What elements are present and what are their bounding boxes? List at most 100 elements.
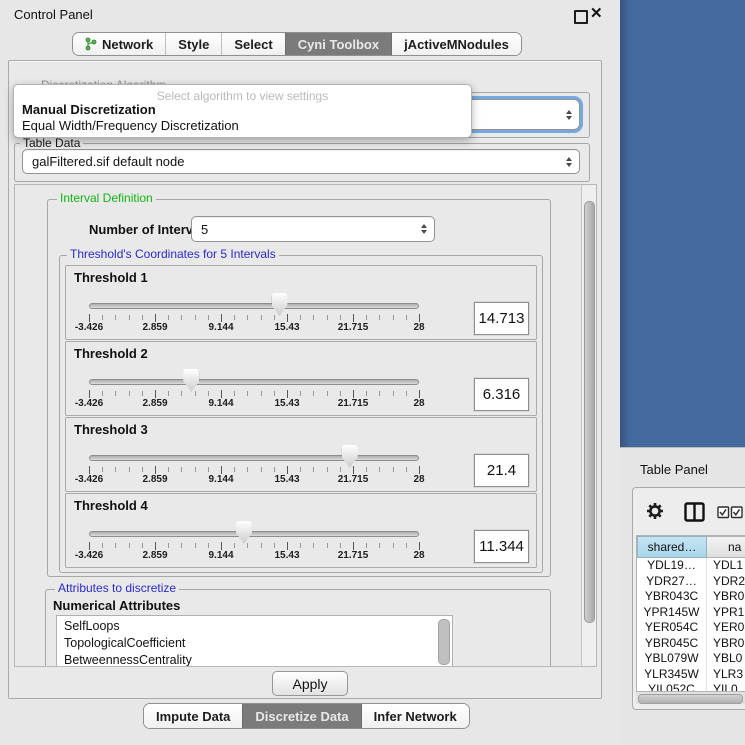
threshold-box-3: Threshold 3-3.4262.8599.14415.4321.71528… (65, 417, 537, 492)
threshold-slider-track[interactable] (89, 455, 419, 461)
threshold-slider-thumb[interactable] (272, 293, 288, 316)
select-columns-checkboxes-icon[interactable] (717, 506, 744, 519)
scrollbar-thumb[interactable] (584, 201, 595, 623)
threshold-slider-track[interactable] (89, 303, 419, 309)
attributes-group-label: Attributes to discretize (55, 582, 179, 595)
close-icon[interactable]: ✕ (590, 4, 603, 22)
tab-discretize-data[interactable]: Discretize Data (242, 704, 360, 728)
slider-tick (102, 315, 103, 320)
slider-tick (353, 390, 354, 398)
tab-select[interactable]: Select (221, 33, 284, 55)
slider-tick-label: -3.426 (75, 398, 103, 409)
tab-jactivemnodules[interactable]: jActiveMNodules (391, 33, 521, 55)
slider-tick (313, 315, 314, 320)
slider-tick (247, 391, 248, 396)
slider-tick-label: 2.859 (142, 550, 167, 561)
slider-tick (89, 314, 90, 322)
slider-tick (300, 543, 301, 548)
control-panel-tabs: Network Style SelectCyni Toolbox jActiveMNo… (72, 32, 522, 56)
attribute-list-item[interactable]: TopologicalCoefficient (57, 635, 452, 652)
scrollbar-thumb[interactable] (638, 694, 743, 704)
cell-name: YPR1 (707, 605, 745, 621)
slider-tick (247, 467, 248, 472)
slider-tick (340, 315, 341, 320)
tab-style[interactable]: Style (165, 33, 221, 55)
table-row[interactable]: YBL079WYBL0 (637, 651, 745, 667)
slider-tick-label: 15.43 (274, 474, 299, 485)
bottom-tabs: Impute Data Discretize Data Infer Network (143, 703, 470, 729)
table-row[interactable]: YDL19…YDL1 (637, 558, 745, 574)
slider-tick (181, 315, 182, 320)
interval-definition-label: Interval Definition (57, 192, 156, 205)
slider-tick (393, 315, 394, 320)
list-scrollbar-thumb[interactable] (438, 619, 450, 665)
combo-stepper-icon[interactable] (421, 224, 427, 234)
slider-tick (221, 314, 222, 322)
slider-tick-label: 21.715 (338, 398, 369, 409)
slider-tick-label: 2.859 (142, 322, 167, 333)
slider-tick (195, 391, 196, 396)
numerical-attributes-list[interactable]: SelfLoopsTopologicalCoefficientBetweenne… (56, 615, 453, 667)
algorithm-option[interactable]: Manual Discretization (22, 102, 156, 117)
tab-infer-network[interactable]: Infer Network (361, 704, 469, 728)
threshold-slider-thumb[interactable] (183, 369, 199, 392)
slider-tick (419, 314, 420, 322)
slider-tick-label: 28 (413, 398, 424, 409)
slider-tick (181, 391, 182, 396)
attribute-list-item[interactable]: BetweennessCentrality (57, 652, 452, 667)
column-header-name[interactable]: na (707, 536, 745, 558)
node-attribute-table[interactable]: shared… na YDL19…YDL1YDR27…YDR2YBR043CYB… (636, 535, 745, 692)
tab-label: Style (178, 37, 209, 52)
number-of-intervals-combo[interactable]: 5 (191, 216, 435, 242)
slider-tick (129, 315, 130, 320)
table-data-combo[interactable]: galFiltered.sif default node (22, 149, 580, 174)
attribute-list-item[interactable]: SelfLoops (57, 618, 452, 635)
cell-name: YBL0 (707, 651, 745, 667)
column-header-shared-name[interactable]: shared… (637, 536, 707, 558)
split-columns-icon[interactable] (684, 502, 705, 522)
slider-tick (340, 391, 341, 396)
table-row[interactable]: YBR043CYBR0 (637, 589, 745, 605)
threshold-slider-track[interactable] (89, 531, 419, 537)
threshold-slider-thumb[interactable] (342, 445, 358, 468)
algorithm-option[interactable]: Equal Width/Frequency Discretization (22, 118, 239, 133)
algorithm-placeholder: Select algorithm to view settings (14, 89, 471, 103)
slider-tick (353, 466, 354, 474)
slider-tick (195, 543, 196, 548)
cell-name: YDL1 (707, 558, 745, 574)
settings-gear-icon[interactable] (646, 502, 664, 520)
slider-tick (221, 390, 222, 398)
apply-button[interactable]: Apply (272, 671, 348, 696)
threshold-value-field[interactable]: 6.316 (474, 378, 529, 411)
table-horizontal-scrollbar[interactable] (636, 691, 745, 704)
float-window-icon[interactable] (574, 10, 588, 24)
threshold-slider-track[interactable] (89, 379, 419, 385)
tab-label: jActiveMNodules (404, 37, 509, 52)
table-row[interactable]: YPR145WYPR1 (637, 605, 745, 621)
slider-tick (300, 315, 301, 320)
table-row[interactable]: YBR045CYBR0 (637, 636, 745, 652)
slider-tick (221, 466, 222, 474)
table-row[interactable]: YDR27…YDR2 (637, 574, 745, 590)
tab-label: Discretize Data (255, 709, 348, 724)
table-row[interactable]: YER054CYER0 (637, 620, 745, 636)
threshold-value-field[interactable]: 11.344 (474, 530, 529, 563)
table-row[interactable]: YLR345WYLR3 (637, 667, 745, 683)
slider-tick (234, 315, 235, 320)
threshold-value-field[interactable]: 21.4 (474, 454, 529, 487)
combo-stepper-icon[interactable] (566, 157, 572, 167)
slider-tick-label: 15.43 (274, 550, 299, 561)
settings-scrollpane: Interval Definition Number of Intervals … (14, 184, 597, 667)
tab-cyni-toolbox[interactable]: Cyni Toolbox (285, 33, 391, 55)
slider-tick (327, 467, 328, 472)
tab-label: Network (102, 37, 153, 52)
numerical-attributes-label: Numerical Attributes (53, 598, 180, 613)
slider-tick (208, 315, 209, 320)
tab-impute-data[interactable]: Impute Data (144, 704, 242, 728)
tab-network[interactable]: Network (73, 33, 165, 55)
combo-stepper-icon[interactable] (566, 110, 572, 120)
slider-tick (155, 542, 156, 550)
threshold-value-field[interactable]: 14.713 (474, 302, 529, 335)
settings-vertical-scrollbar[interactable] (581, 185, 596, 666)
threshold-slider-thumb[interactable] (236, 521, 252, 544)
